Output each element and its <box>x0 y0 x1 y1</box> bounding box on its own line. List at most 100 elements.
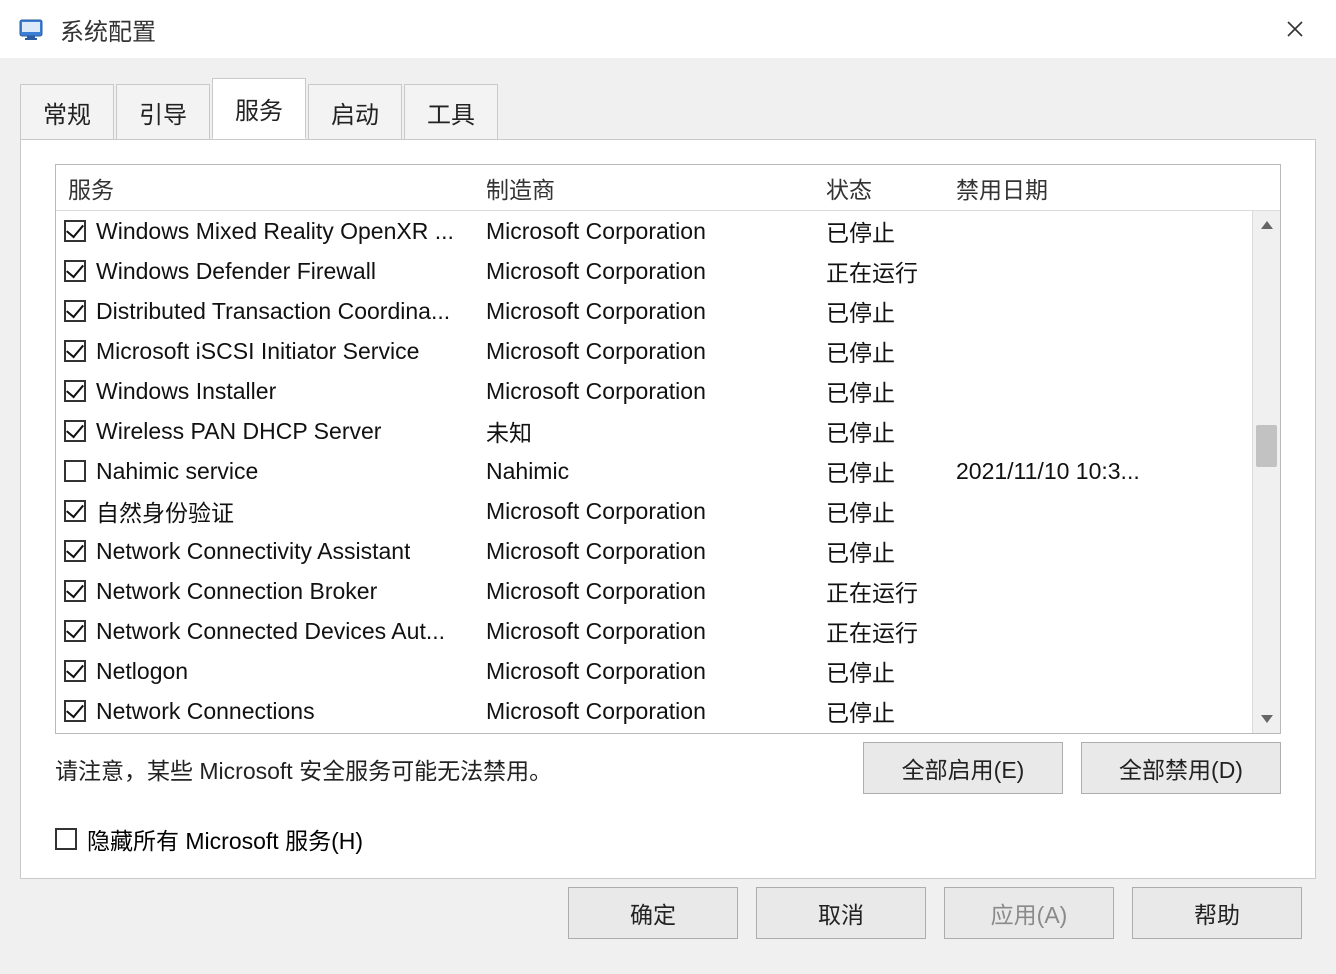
service-manufacturer: Microsoft Corporation <box>486 258 826 285</box>
service-checkbox[interactable] <box>64 540 86 562</box>
disable-all-button[interactable]: 全部禁用(D) <box>1081 742 1281 794</box>
service-checkbox[interactable] <box>64 500 86 522</box>
service-checkbox[interactable] <box>64 260 86 282</box>
service-checkbox[interactable] <box>64 420 86 442</box>
table-row[interactable]: Microsoft iSCSI Initiator Service Microso… <box>56 331 1280 371</box>
service-name: Network Connectivity Assistant <box>96 538 410 565</box>
services-panel: 服务 制造商 状态 禁用日期 Windows Mixed Reality Ope… <box>20 139 1316 879</box>
apply-button[interactable]: 应用(A) <box>944 887 1114 939</box>
tab-startup[interactable]: 启动 <box>308 84 402 140</box>
service-manufacturer: Microsoft Corporation <box>486 378 826 405</box>
service-checkbox[interactable] <box>64 460 86 482</box>
table-row[interactable]: Windows Defender Firewall Microsoft Corpo… <box>56 251 1280 291</box>
table-row[interactable]: 自然身份验证 Microsoft Corporation已停止 <box>56 491 1280 531</box>
table-row[interactable]: Network Connectivity Assistant Microsoft … <box>56 531 1280 571</box>
tab-services[interactable]: 服务 <box>212 78 306 139</box>
service-status: 已停止 <box>826 694 956 728</box>
service-status: 正在运行 <box>826 574 956 608</box>
service-checkbox[interactable] <box>64 620 86 642</box>
column-header-manufacturer[interactable]: 制造商 <box>486 171 826 205</box>
scroll-down-arrow-icon[interactable] <box>1253 705 1280 733</box>
list-header: 服务 制造商 状态 禁用日期 <box>56 165 1280 211</box>
security-note: 请注意，某些 Microsoft 安全服务可能无法禁用。 <box>55 742 552 786</box>
service-checkbox[interactable] <box>64 380 86 402</box>
service-name: Nahimic service <box>96 458 258 485</box>
scroll-track[interactable] <box>1253 239 1280 705</box>
table-row[interactable]: Distributed Transaction Coordina... Micro… <box>56 291 1280 331</box>
service-checkbox[interactable] <box>64 220 86 242</box>
tab-boot[interactable]: 引导 <box>116 84 210 140</box>
service-manufacturer: Microsoft Corporation <box>486 338 826 365</box>
help-button[interactable]: 帮助 <box>1132 887 1302 939</box>
service-name: Windows Defender Firewall <box>96 258 376 285</box>
service-status: 已停止 <box>826 414 956 448</box>
service-manufacturer: Microsoft Corporation <box>486 538 826 565</box>
service-status: 正在运行 <box>826 254 956 288</box>
service-status: 正在运行 <box>826 614 956 648</box>
service-disable-date: 2021/11/10 10:3... <box>956 458 1280 485</box>
service-checkbox[interactable] <box>64 300 86 322</box>
cancel-button[interactable]: 取消 <box>756 887 926 939</box>
services-listbox: 服务 制造商 状态 禁用日期 Windows Mixed Reality Ope… <box>55 164 1281 734</box>
service-name: Network Connection Broker <box>96 578 377 605</box>
service-checkbox[interactable] <box>64 580 86 602</box>
service-status: 已停止 <box>826 334 956 368</box>
service-name: Network Connections <box>96 698 315 725</box>
column-header-service[interactable]: 服务 <box>56 171 486 205</box>
column-header-disable-date[interactable]: 禁用日期 <box>956 171 1280 205</box>
service-manufacturer: Microsoft Corporation <box>486 218 826 245</box>
service-checkbox[interactable] <box>64 700 86 722</box>
table-row[interactable]: Windows InstallerMicrosoft Corporation已停… <box>56 371 1280 411</box>
tab-general[interactable]: 常规 <box>20 84 114 140</box>
service-name: 自然身份验证 <box>96 494 234 528</box>
service-manufacturer: Microsoft Corporation <box>486 298 826 325</box>
service-name: Windows Mixed Reality OpenXR ... <box>96 218 454 245</box>
service-status: 已停止 <box>826 374 956 408</box>
table-row[interactable]: Netlogon Microsoft Corporation已停止 <box>56 651 1280 691</box>
service-manufacturer: 未知 <box>486 414 826 448</box>
service-name: Distributed Transaction Coordina... <box>96 298 450 325</box>
hide-microsoft-row: 隐藏所有 Microsoft 服务(H) <box>55 822 1281 856</box>
table-row[interactable]: Network Connections Microsoft Corporation… <box>56 691 1280 731</box>
service-status: 已停止 <box>826 654 956 688</box>
service-manufacturer: Microsoft Corporation <box>486 618 826 645</box>
hide-microsoft-label: 隐藏所有 Microsoft 服务(H) <box>87 822 363 856</box>
service-name: Netlogon <box>96 658 188 685</box>
service-name: Microsoft iSCSI Initiator Service <box>96 338 419 365</box>
table-row[interactable]: Network Connection Broker Microsoft Corpo… <box>56 571 1280 611</box>
ok-button[interactable]: 确定 <box>568 887 738 939</box>
service-status: 已停止 <box>826 294 956 328</box>
service-status: 已停止 <box>826 214 956 248</box>
hide-microsoft-checkbox[interactable] <box>55 828 77 850</box>
service-manufacturer: Microsoft Corporation <box>486 498 826 525</box>
service-manufacturer: Nahimic <box>486 458 826 485</box>
column-header-status[interactable]: 状态 <box>826 171 956 205</box>
app-icon <box>18 14 48 44</box>
table-row[interactable]: Windows Mixed Reality OpenXR ... Microsof… <box>56 211 1280 251</box>
service-checkbox[interactable] <box>64 660 86 682</box>
table-row[interactable]: Network Connected Devices Aut... Microsof… <box>56 611 1280 651</box>
dialog-buttons: 确定 取消 应用(A) 帮助 <box>0 883 1336 939</box>
vertical-scrollbar[interactable] <box>1252 211 1280 733</box>
service-manufacturer: Microsoft Corporation <box>486 658 826 685</box>
table-row[interactable]: Wireless PAN DHCP Server 未知已停止 <box>56 411 1280 451</box>
window-title: 系统配置 <box>60 12 156 47</box>
service-status: 已停止 <box>826 494 956 528</box>
service-manufacturer: Microsoft Corporation <box>486 698 826 725</box>
table-row[interactable]: Nahimic service Nahimic已停止2021/11/10 10:3… <box>56 451 1280 491</box>
service-name: Network Connected Devices Aut... <box>96 618 445 645</box>
scroll-up-arrow-icon[interactable] <box>1253 211 1280 239</box>
enable-all-button[interactable]: 全部启用(E) <box>863 742 1063 794</box>
close-button[interactable] <box>1272 6 1318 52</box>
service-name: Wireless PAN DHCP Server <box>96 418 381 445</box>
scroll-thumb[interactable] <box>1256 425 1277 467</box>
service-checkbox[interactable] <box>64 340 86 362</box>
under-list-row: 请注意，某些 Microsoft 安全服务可能无法禁用。 全部启用(E) 全部禁… <box>55 742 1281 794</box>
service-status: 已停止 <box>826 534 956 568</box>
list-body: Windows Mixed Reality OpenXR ... Microsof… <box>56 211 1280 733</box>
tab-strip: 常规 引导 服务 启动 工具 <box>0 78 1336 139</box>
service-manufacturer: Microsoft Corporation <box>486 578 826 605</box>
tab-tools[interactable]: 工具 <box>404 84 498 140</box>
service-status: 已停止 <box>826 454 956 488</box>
titlebar: 系统配置 <box>0 0 1336 58</box>
